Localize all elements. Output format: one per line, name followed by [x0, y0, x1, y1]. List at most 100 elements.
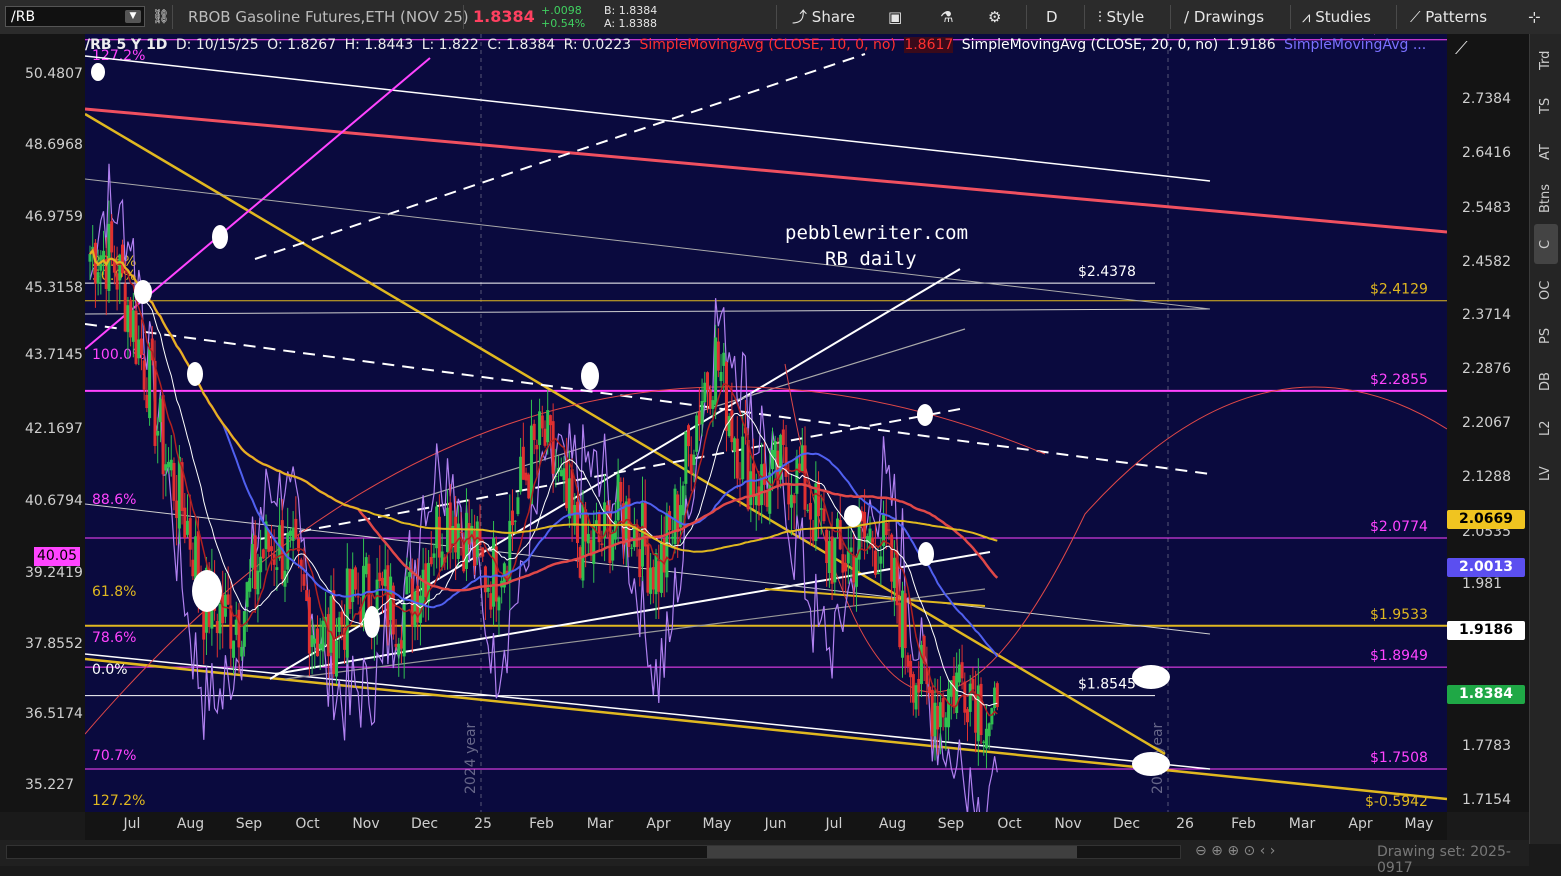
candle-body [307, 597, 311, 654]
right-price-axis[interactable]: 2.7384 2.6416 2.5483 2.4582 2.3714 2.2876 2.20… [1447, 34, 1529, 812]
candle-body [88, 254, 92, 262]
expand-icon[interactable]: ⟋ [1455, 38, 1468, 59]
sma10-label: SimpleMovingAvg (CLOSE, 10, 0, no) [639, 37, 896, 53]
candle-body [746, 439, 750, 510]
candle-body [516, 497, 520, 515]
trendline [85, 178, 1211, 310]
time-axis-tick: Apr [646, 816, 671, 832]
candle-body [741, 436, 745, 480]
candle-body [808, 502, 812, 520]
sidebar-tab-oc[interactable]: OC [1534, 270, 1558, 310]
candle-body [719, 371, 723, 382]
sidebar-tab-db[interactable]: DB [1534, 362, 1558, 402]
candle-body [906, 655, 910, 667]
price-badge: 1.8384 [1447, 685, 1525, 704]
price-chart[interactable]: 2024 year2025 year$2.7819$2.4378$2.4129$… [85, 34, 1447, 812]
symbol-text: /RB [11, 9, 36, 25]
candle-body [494, 546, 498, 602]
right-axis-tick: 2.4582 [1462, 254, 1511, 270]
candle-body [982, 741, 986, 743]
candle-body [115, 273, 119, 290]
candle-body [386, 565, 390, 626]
candle-body [448, 502, 452, 553]
trendline [85, 107, 1447, 234]
sma10-value: 1.8617 [904, 37, 954, 53]
sidebar-tab-c[interactable]: C [1534, 224, 1558, 264]
gear-icon[interactable]: ⚙ [988, 0, 1001, 34]
sidebar-tab-ps[interactable]: PS [1534, 316, 1558, 356]
left-price-axis[interactable]: 50.4807 48.6968 46.9759 45.3158 43.7145 42.16… [0, 34, 85, 812]
candle-body [305, 590, 309, 601]
time-axis-tick: Oct [295, 816, 320, 832]
candle-body [936, 705, 940, 730]
period-button[interactable]: D [1046, 0, 1058, 34]
zoom-controls[interactable]: ⊖ ⊕ ⊕ ⊙ ‹ › [1195, 843, 1275, 859]
candle-body [673, 488, 677, 545]
candle-body [898, 602, 902, 648]
screenshot-icon[interactable]: ▣ [888, 0, 902, 34]
candle-body [974, 694, 978, 733]
candle-body [269, 546, 273, 552]
candle-body [548, 415, 552, 426]
info-high: H: 1.8443 [344, 37, 414, 53]
cursor-icon[interactable]: ⊹ [1528, 0, 1541, 34]
candle-body [914, 685, 918, 710]
candle-body [819, 508, 823, 510]
candle-body [573, 505, 577, 527]
right-axis-tick: 1.981 [1462, 576, 1503, 592]
price-level-label: $2.4378 [1078, 264, 1136, 280]
candle-body [424, 563, 428, 597]
style-button[interactable]: ⫶ Style [1098, 0, 1144, 34]
candle-body [102, 250, 106, 260]
trendline [85, 323, 1211, 475]
symbol-input[interactable]: /RB ▼ [5, 6, 145, 27]
candle-body [559, 470, 563, 477]
left-axis-tick: 48.6968 [25, 137, 83, 153]
candle-body [901, 590, 904, 658]
candle-body [223, 594, 227, 617]
time-axis-tick: Dec [1112, 816, 1141, 832]
flask-icon[interactable]: ⚗ [940, 0, 953, 34]
time-axis-tick: Feb [529, 816, 554, 832]
studies-button[interactable]: ⩘ Studies [1302, 0, 1371, 34]
sidebar-tab-at[interactable]: AT [1534, 132, 1558, 172]
candle-body [822, 508, 826, 522]
candle-body [546, 410, 550, 443]
candle-body [947, 688, 951, 728]
sidebar-tab-l2[interactable]: L2 [1534, 408, 1558, 448]
sidebar-tab-ts[interactable]: TS [1534, 86, 1558, 126]
sidebar-tab-trd[interactable]: Trd [1534, 40, 1558, 80]
sidebar-tab-lv[interactable]: LV [1534, 454, 1558, 494]
horizontal-scrollbar[interactable] [6, 845, 1181, 859]
chevron-down-icon[interactable]: ▼ [125, 10, 141, 23]
link-icon[interactable]: ⛓ [152, 0, 170, 34]
studies-icon: ⩘ [1302, 8, 1311, 26]
candle-body [806, 509, 810, 511]
drawing-set: Drawing set: 2025-0917 [1377, 844, 1511, 876]
share-button[interactable]: ⤴ Share [792, 0, 855, 34]
candle-body [933, 702, 937, 737]
candle-body [486, 587, 490, 592]
candle-body [852, 555, 856, 583]
patterns-button[interactable]: ⟋ Patterns [1410, 0, 1487, 34]
candle-body [473, 531, 477, 566]
scrollbar-thumb[interactable] [707, 846, 1077, 858]
candle-body [657, 561, 661, 592]
time-axis-tick: Apr [1348, 816, 1373, 832]
left-axis-tick: 45.3158 [25, 280, 83, 296]
candle-body [245, 582, 249, 607]
candle-body [261, 549, 265, 559]
candle-body [854, 556, 858, 587]
chart-area[interactable]: 2024 year2025 year$2.7819$2.4378$2.4129$… [85, 34, 1447, 812]
sidebar-tab-btns[interactable]: Btns [1534, 178, 1558, 218]
candle-body [110, 221, 114, 253]
time-axis-tick: Feb [1231, 816, 1256, 832]
candle-body [353, 567, 357, 590]
drawings-button[interactable]: ∕ Drawings [1184, 0, 1264, 34]
candle-body [930, 689, 934, 737]
time-axis[interactable]: Jul Aug Sep Oct Nov Dec 25 Feb Mar Apr May Jun Jul Au… [85, 812, 1447, 840]
price-badge: 2.0013 [1447, 558, 1525, 577]
fib-percent-label: 127.2% [92, 793, 145, 809]
candle-body [619, 481, 623, 502]
price-level-label: $1.9533 [1370, 607, 1428, 623]
